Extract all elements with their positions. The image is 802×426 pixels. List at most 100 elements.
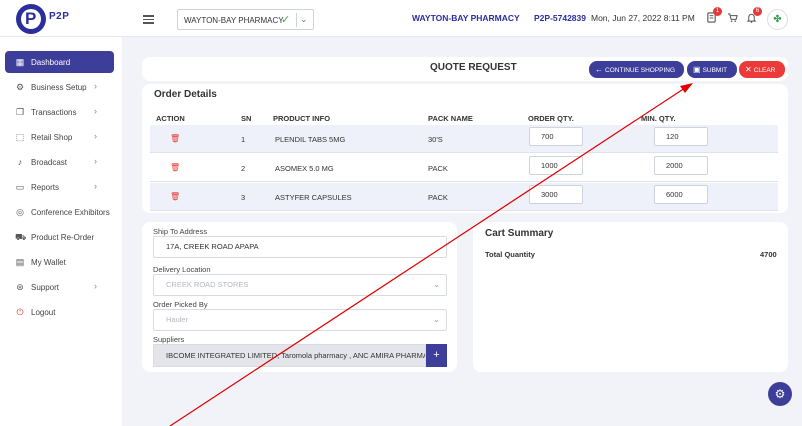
settings-gear-icon[interactable]: ⚙ <box>768 382 792 406</box>
continue-shopping-button[interactable]: ← CONTINUE SHOPPING <box>589 61 684 78</box>
shop-icon: ⬚ <box>15 132 25 142</box>
column-header: ACTION <box>156 114 185 123</box>
order-qty-input[interactable]: 1000 <box>529 156 583 175</box>
pharmacy-select[interactable]: WAYTON-BAY PHARMACY ✓ ⌄ <box>177 9 314 30</box>
row-sn: 3 <box>241 193 246 202</box>
order-picked-select[interactable]: Hauler ⌄ <box>153 309 447 331</box>
chevron-right-icon: › <box>94 81 97 91</box>
sidebar-item-conference-exhibitors[interactable]: ◎ Conference Exhibitors <box>5 201 114 223</box>
sidebar-item-label: Transactions <box>31 108 77 117</box>
row-pack: PACK <box>428 164 448 173</box>
pharmacy-name: WAYTON-BAY PHARMACY <box>412 13 520 23</box>
shipping-card: Ship To Address 17A, CREEK ROAD APAPA De… <box>142 222 457 372</box>
orders-badge: 1 <box>713 7 722 16</box>
sidebar-item-broadcast[interactable]: ♪ Broadcast › <box>5 151 114 173</box>
row-product: ASOMEX 5.0 MG <box>275 164 334 173</box>
sidebar-item-reports[interactable]: ▭ Reports › <box>5 176 114 198</box>
bell-icon[interactable]: 6 <box>744 7 762 26</box>
add-supplier-button[interactable]: + <box>426 344 447 367</box>
sidebar-item-label: Conference Exhibitors <box>31 208 110 217</box>
cart-icon[interactable] <box>725 12 739 26</box>
column-header: MIN. QTY. <box>641 114 676 123</box>
column-header: PACK NAME <box>428 114 473 123</box>
ship-to-address-input[interactable]: 17A, CREEK ROAD APAPA <box>153 236 447 258</box>
row-product: PLENDIL TABS 5MG <box>275 135 346 144</box>
logo-letter: P <box>25 9 37 28</box>
chevron-right-icon: › <box>94 181 97 191</box>
cart-summary-card: Cart Summary Total Quantity 4700 <box>473 222 788 372</box>
chevron-right-icon: › <box>94 281 97 291</box>
sidebar-item-label: Retail Shop <box>31 133 73 142</box>
logo-text: P2P <box>49 11 70 22</box>
sidebar-item-my-wallet[interactable]: ▤ My Wallet <box>5 251 114 273</box>
column-header: SN <box>241 114 252 123</box>
power-icon: ⏻ <box>16 307 24 317</box>
sidebar-item-label: Product Re-Order <box>31 233 95 242</box>
sidebar-item-retail-shop[interactable]: ⬚ Retail Shop › <box>5 126 114 148</box>
suppliers-input[interactable]: IBCOME INTEGRATED LIMITED, Taromola phar… <box>153 344 426 367</box>
sidebar-item-business-setup[interactable]: ⚙ Business Setup › <box>5 76 114 98</box>
sidebar-item-product-reorder[interactable]: ⛟ Product Re-Order <box>5 226 114 248</box>
orders-icon[interactable]: 1 <box>704 7 722 26</box>
delete-icon[interactable]: 🗑 <box>170 192 180 201</box>
sidebar-item-logout[interactable]: ⏻ Logout <box>5 301 114 323</box>
row-pack: PACK <box>428 193 448 202</box>
total-quantity-label: Total Quantity <box>485 250 535 259</box>
account-id: P2P-5742839 <box>534 13 586 23</box>
avatar[interactable]: ✤ <box>767 9 788 30</box>
sidebar-item-dashboard[interactable]: ▦ Dashboard <box>5 51 114 73</box>
cart-icon: ⛟ <box>15 232 27 242</box>
sidebar-item-label: Business Setup <box>31 83 87 92</box>
table-header: ACTION SN PRODUCT INFO PACK NAME ORDER Q… <box>150 112 778 124</box>
check-icon: ✓ <box>281 14 291 26</box>
notifications-badge: 6 <box>753 7 762 16</box>
delivery-location-select[interactable]: CREEK ROAD STORES ⌄ <box>153 274 447 296</box>
submit-label: SUBMIT <box>702 67 728 74</box>
page-title: QUOTE REQUEST <box>430 62 517 73</box>
sidebar-item-transactions[interactable]: ❐ Transactions › <box>5 101 114 123</box>
clear-button[interactable]: ✕ CLEAR <box>739 61 785 78</box>
submit-button[interactable]: ▣ SUBMIT <box>687 61 737 78</box>
clear-label: CLEAR <box>753 67 776 74</box>
chevron-down-icon[interactable]: ⌄ <box>300 14 308 25</box>
close-icon: ✕ <box>745 65 752 74</box>
order-picked-label: Order Picked By <box>153 300 208 309</box>
min-qty-input[interactable]: 6000 <box>654 185 708 204</box>
hamburger-menu-icon[interactable] <box>143 15 154 24</box>
folder-icon: ▭ <box>15 182 25 192</box>
delete-icon[interactable]: 🗑 <box>170 163 180 172</box>
row-product: ASTYFER CAPSULES <box>275 193 352 202</box>
min-qty-input[interactable]: 120 <box>654 127 708 146</box>
chevron-down-icon: ⌄ <box>433 315 440 324</box>
row-sn: 1 <box>241 135 246 144</box>
delivery-location-label: Delivery Location <box>153 265 211 274</box>
table-row: 🗑 1 PLENDIL TABS 5MG 30'S 700 120 <box>150 125 778 153</box>
quote-request-bar: QUOTE REQUEST ← CONTINUE SHOPPING ▣ SUBMIT… <box>142 57 788 81</box>
p2p-logo[interactable]: P P2P <box>16 4 76 34</box>
sidebar-item-support[interactable]: ⊛ Support › <box>5 276 114 298</box>
sidebar-item-label: Reports <box>31 183 60 192</box>
delete-icon[interactable]: 🗑 <box>170 134 180 143</box>
min-qty-input[interactable]: 2000 <box>654 156 708 175</box>
ship-to-label: Ship To Address <box>153 227 208 236</box>
chevron-right-icon: › <box>94 131 97 141</box>
sidebar-item-label: Dashboard <box>31 58 71 67</box>
grid-icon: ▦ <box>15 57 25 67</box>
mic-icon: ♪ <box>17 157 23 167</box>
total-quantity-value: 4700 <box>760 250 777 259</box>
column-header: PRODUCT INFO <box>273 114 331 123</box>
sidebar-item-label: Support <box>31 283 60 292</box>
chevron-right-icon: › <box>94 106 97 116</box>
order-details-title: Order Details <box>154 89 217 100</box>
select-divider <box>296 13 297 27</box>
sidebar-item-label: My Wallet <box>31 258 66 267</box>
order-qty-input[interactable]: 700 <box>529 127 583 146</box>
sidebar: ▦ Dashboard ⚙ Business Setup › ❐ Transac… <box>0 37 122 426</box>
current-datetime: Mon, Jun 27, 2022 8:11 PM <box>591 13 695 23</box>
copy-icon: ❐ <box>15 107 25 117</box>
save-icon: ▣ <box>693 65 701 74</box>
lifebuoy-icon: ⊛ <box>16 282 24 292</box>
wallet-icon: ▤ <box>15 257 25 267</box>
order-qty-input[interactable]: 3000 <box>529 185 583 204</box>
row-sn: 2 <box>241 164 246 173</box>
